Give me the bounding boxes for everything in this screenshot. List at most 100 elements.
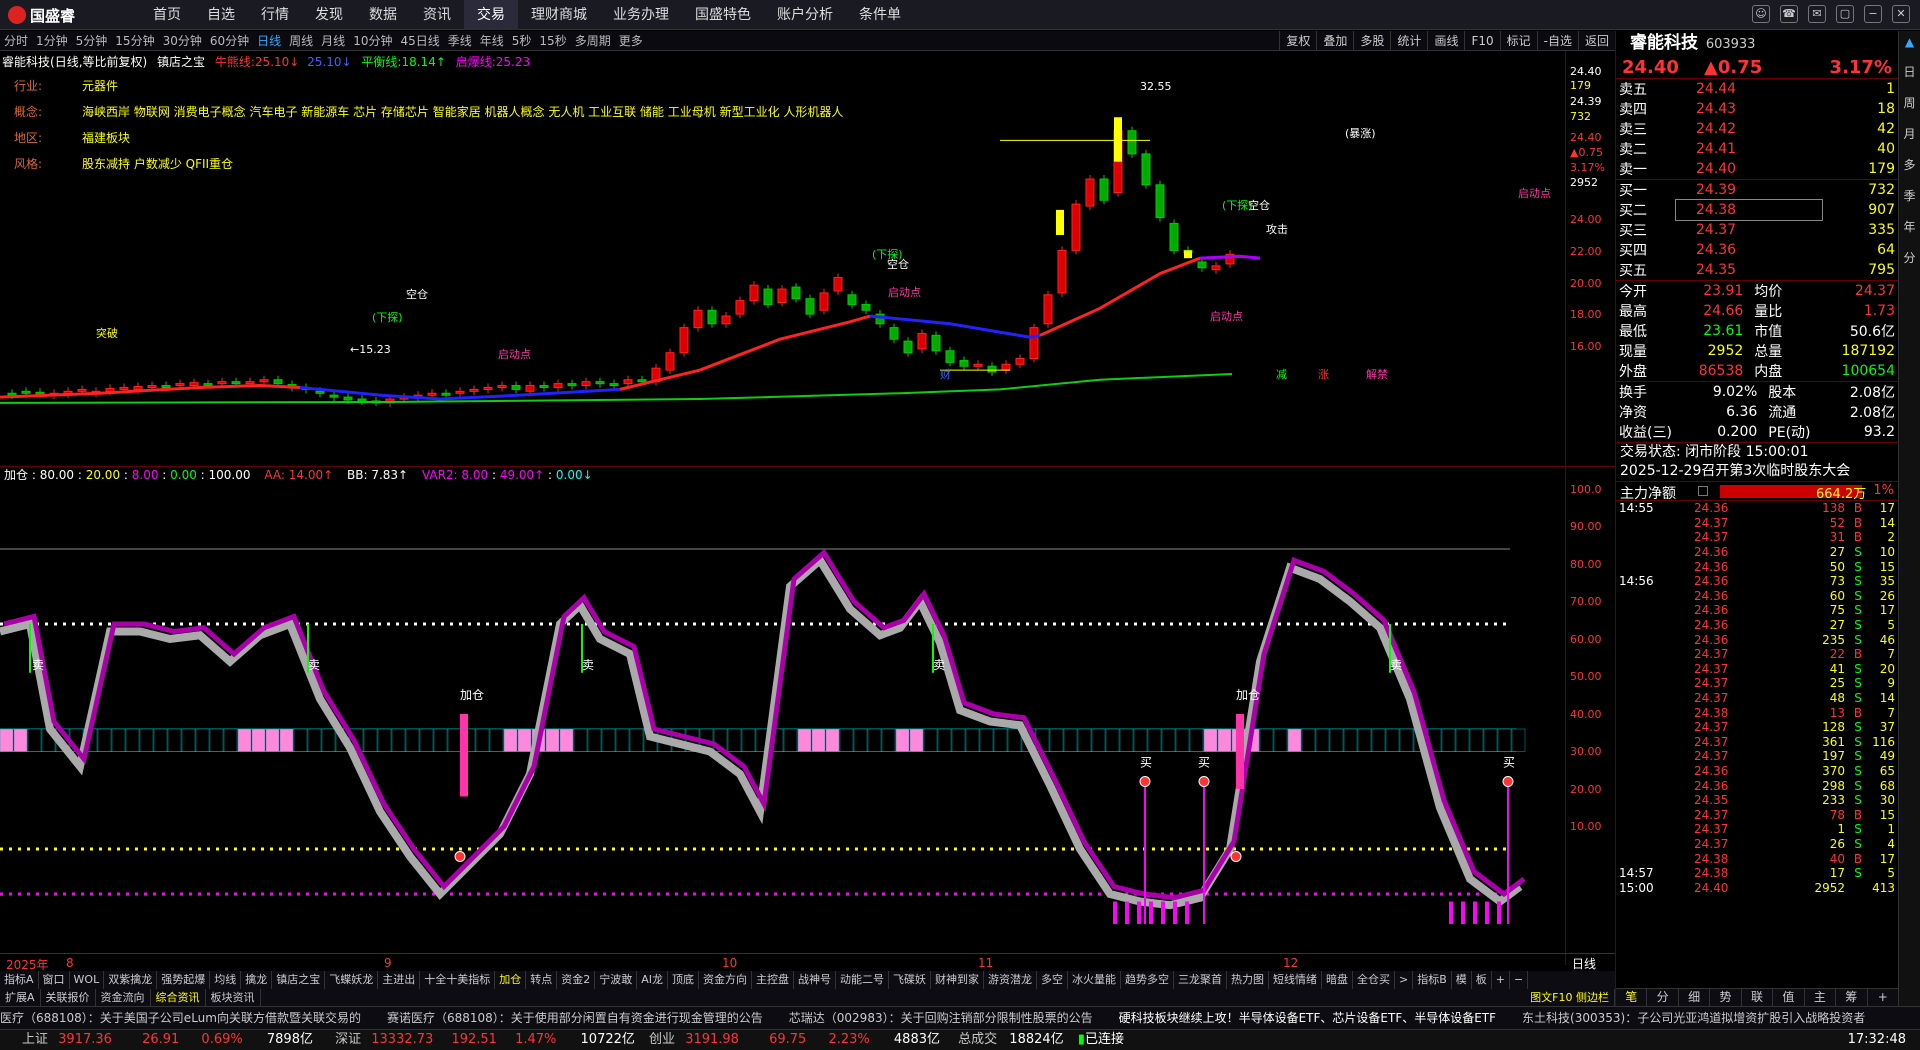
bid-row[interactable]: 买五 24.35 795	[1616, 260, 1898, 280]
indicator-tab-20[interactable]: 动能二号	[836, 971, 889, 989]
news-item[interactable]: 芯瑞达（002983）：关于回购注销部分限制性股票的公告	[789, 1007, 1093, 1029]
extension-tab-4[interactable]: 板块资讯	[206, 989, 261, 1006]
indicator-tab-3[interactable]: 双紫擒龙	[104, 971, 158, 989]
period-tab-0[interactable]: 分时	[0, 31, 32, 50]
indicator-tab-32[interactable]: >	[1395, 971, 1414, 989]
indicator-tab-30[interactable]: 暗盘	[1322, 971, 1353, 989]
indicator-name[interactable]: 镇店之宝	[157, 55, 205, 69]
side-tab-2[interactable]: 月	[1899, 125, 1920, 142]
panel-tab-3[interactable]: 势	[1710, 989, 1742, 1006]
sidebar-toggle[interactable]: 图文F10 侧边栏	[1525, 989, 1615, 1006]
nav-item-10[interactable]: 账户分析	[764, 0, 846, 30]
nav-item-1[interactable]: 自选	[194, 0, 248, 30]
indicator-tab-25[interactable]: 冰火量能	[1068, 971, 1121, 989]
period-tab-1[interactable]: 1分钟	[32, 31, 72, 50]
collapse-icon[interactable]: ▲	[1899, 35, 1920, 49]
window-btn-icon-5[interactable]: ✕	[1892, 5, 1910, 23]
window-btn-icon-1[interactable]: ☎	[1780, 5, 1798, 23]
ask-row[interactable]: 卖四 24.43 18	[1616, 99, 1898, 119]
side-tab-4[interactable]: 季	[1899, 187, 1920, 204]
bid-row[interactable]: 买三 24.37 335	[1616, 220, 1898, 240]
indicator-tab-31[interactable]: 全仓买	[1353, 971, 1395, 989]
news-item[interactable]: 医疗（688108）：关于美国子公司eLum向关联方借款暨关联交易的	[0, 1007, 361, 1029]
period-tab-3[interactable]: 15分钟	[111, 31, 158, 50]
indicator-tab-4[interactable]: 强势起爆	[157, 971, 211, 989]
indicator-tab-22[interactable]: 财神到家	[931, 971, 984, 989]
indicator-tab-29[interactable]: 短线情绪	[1269, 971, 1322, 989]
period-tab-15[interactable]: 多周期	[571, 31, 615, 50]
indicator-tab-10[interactable]: 十全十美指标	[420, 971, 496, 989]
indicator-tab-24[interactable]: 多空	[1037, 971, 1068, 989]
period-tab-4[interactable]: 30分钟	[159, 31, 206, 50]
indicator-tab-35[interactable]: 板	[1472, 971, 1492, 989]
period-tab-10[interactable]: 45日线	[396, 31, 443, 50]
nav-item-3[interactable]: 发现	[302, 0, 356, 30]
period-tab-6[interactable]: 日线	[253, 31, 285, 50]
indicator-tab-37[interactable]: −	[1510, 971, 1529, 989]
indicator-tab-0[interactable]: 指标A	[0, 971, 39, 989]
period-tab-8[interactable]: 月线	[317, 31, 349, 50]
side-tab-0[interactable]: 日	[1899, 63, 1920, 80]
side-tab-1[interactable]: 周	[1899, 94, 1920, 111]
extension-tab-0[interactable]: 扩展A	[0, 989, 41, 1006]
netflow-toggle-icon[interactable]	[1698, 486, 1708, 496]
panel-tab-1[interactable]: 分	[1647, 989, 1679, 1006]
news-item[interactable]: 东土科技(300353)：子公司光亚鸿道拟增资扩股引入战略投资者	[1522, 1007, 1865, 1029]
ask-row[interactable]: 卖二 24.41 40	[1616, 139, 1898, 159]
indicator-tab-9[interactable]: 主进出	[378, 971, 421, 989]
indicator-tab-28[interactable]: 热力图	[1227, 971, 1269, 989]
extension-tab-3[interactable]: 综合资讯	[151, 989, 206, 1006]
window-btn-icon-0[interactable]: ☺	[1752, 5, 1770, 23]
extension-tab-2[interactable]: 资金流向	[96, 989, 151, 1006]
indicator-tab-17[interactable]: 资金方向	[699, 971, 752, 989]
tool-button-5[interactable]: F10	[1464, 31, 1499, 51]
panel-tab-2[interactable]: 细	[1679, 989, 1711, 1006]
ask-row[interactable]: 卖五 24.44 1	[1616, 79, 1898, 99]
nav-item-9[interactable]: 国盛特色	[682, 0, 764, 30]
panel-tab-6[interactable]: 主	[1805, 989, 1837, 1006]
period-tab-2[interactable]: 5分钟	[72, 31, 112, 50]
tool-button-7[interactable]: -自选	[1536, 31, 1578, 51]
indicator-tab-15[interactable]: AI龙	[637, 971, 668, 989]
chart-mode[interactable]: (日线,等比前复权)	[50, 55, 147, 69]
window-btn-icon-2[interactable]: ✉	[1808, 5, 1826, 23]
bid-row[interactable]: 买四 24.36 64	[1616, 240, 1898, 260]
nav-item-4[interactable]: 数据	[356, 0, 410, 30]
nav-item-8[interactable]: 业务办理	[600, 0, 682, 30]
panel-tab-5[interactable]: 值	[1773, 989, 1805, 1006]
period-tab-12[interactable]: 年线	[476, 31, 508, 50]
nav-item-0[interactable]: 首页	[140, 0, 194, 30]
panel-tab-0[interactable]: 笔	[1616, 989, 1648, 1006]
indicator-tab-33[interactable]: 指标B	[1413, 971, 1452, 989]
indicator-tab-26[interactable]: 趋势多空	[1121, 971, 1174, 989]
nav-item-6[interactable]: 交易	[464, 0, 518, 30]
period-tab-9[interactable]: 10分钟	[349, 31, 396, 50]
ask-row[interactable]: 卖三 24.42 42	[1616, 119, 1898, 139]
panel-tab-8[interactable]: +	[1868, 989, 1899, 1006]
news-item[interactable]: 硬科技板块继续上攻！半导体设备ETF、芯片设备ETF、半导体设备ETF	[1119, 1007, 1496, 1029]
tool-button-0[interactable]: 复权	[1279, 31, 1316, 51]
period-tab-16[interactable]: 更多	[615, 31, 647, 50]
panel-tab-4[interactable]: 联	[1742, 989, 1774, 1006]
indicator-tab-27[interactable]: 三龙聚首	[1174, 971, 1227, 989]
indicator-tab-34[interactable]: 模	[1452, 971, 1472, 989]
indicator-tab-1[interactable]: 窗口	[39, 971, 70, 989]
date-axis-period[interactable]: 日线	[1572, 955, 1596, 972]
indicator-chart[interactable]: 加仓 加仓 卖 卖 卖 卖 卖买 买 买	[0, 483, 1565, 948]
nav-item-7[interactable]: 理财商城	[518, 0, 600, 30]
tool-button-1[interactable]: 叠加	[1316, 31, 1353, 51]
nav-item-2[interactable]: 行情	[248, 0, 302, 30]
indicator-tab-19[interactable]: 战神号	[794, 971, 836, 989]
tool-button-3[interactable]: 统计	[1390, 31, 1427, 51]
side-tab-3[interactable]: 多	[1899, 156, 1920, 173]
bid-row[interactable]: 买一 24.39 732	[1616, 180, 1898, 200]
tool-button-4[interactable]: 画线	[1427, 31, 1464, 51]
news-item[interactable]: 赛诺医疗（688108）：关于使用部分闲置自有资金进行现金管理的公告	[387, 1007, 763, 1029]
nav-item-5[interactable]: 资讯	[410, 0, 464, 30]
indicator-tab-12[interactable]: 转点	[526, 971, 558, 989]
side-tab-6[interactable]: 分	[1899, 249, 1920, 266]
tool-button-2[interactable]: 多股	[1353, 31, 1390, 51]
period-tab-7[interactable]: 周线	[285, 31, 317, 50]
tool-button-8[interactable]: 返回	[1577, 31, 1615, 51]
period-tab-11[interactable]: 季线	[444, 31, 476, 50]
